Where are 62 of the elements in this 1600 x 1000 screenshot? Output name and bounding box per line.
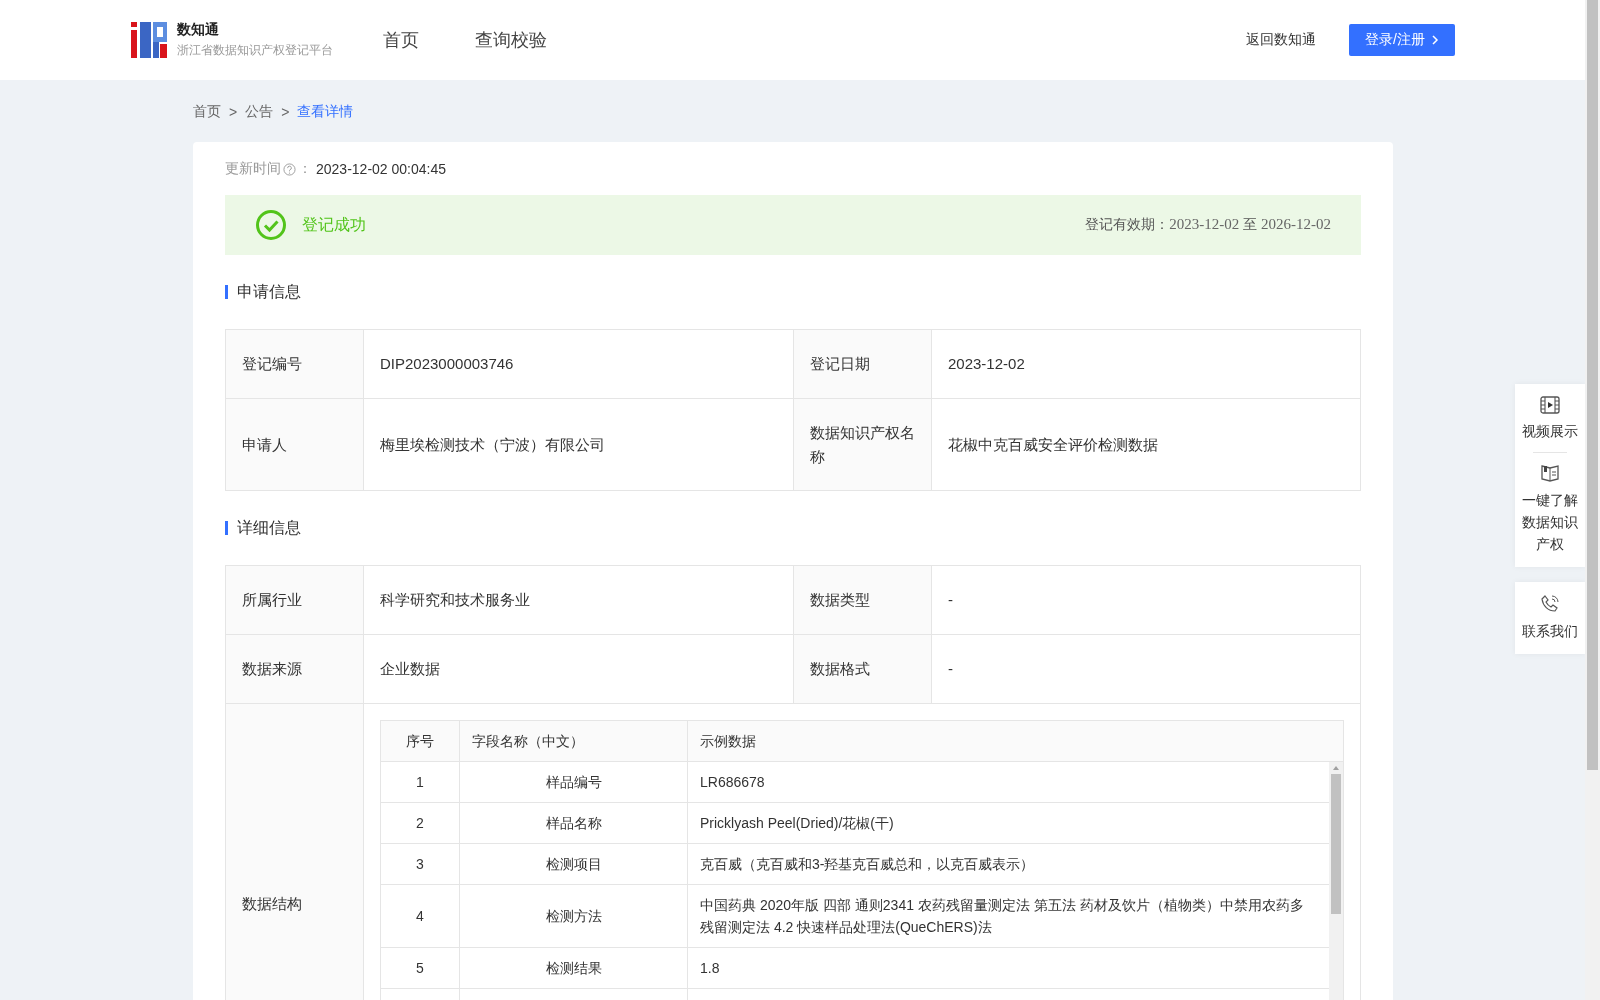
table-cell: 检测项目 [460,844,688,884]
label-cell: 登记编号 [226,330,364,399]
logo-subtitle: 浙江省数据知识产权登记平台 [177,42,333,59]
scroll-up-arrow-icon[interactable] [1332,765,1340,771]
table-cell: 2 [381,803,460,843]
label-cell: 数据格式 [794,635,932,704]
breadcrumb-link[interactable]: 首页 [193,103,221,121]
label-cell: 数据来源 [226,635,364,704]
breadcrumb-link[interactable]: 查看详情 [297,103,354,121]
nav-link[interactable]: 查询校验 [475,28,547,52]
breadcrumb-separator: > [281,104,290,120]
phone-icon [1540,594,1560,614]
table-cell-text: 中国药典 2020年版 四部 通则2341 农药残留量测定法 第五法 药材及饮片（植物类）中禁用农药多残留测定法 4.2 快速样品处理法(QueChERS)法 [699,896,1305,937]
column-header: 序号 [381,721,460,761]
return-link[interactable]: 返回数知通 [1246,31,1317,49]
book-icon [1540,463,1560,483]
table-cell: 2023-12-02 [932,330,1361,399]
table-cell-text: 克百威（克百威和3-羟基克百威总和，以克百威表示） [699,855,1036,874]
table-cell: 检测方法 [460,885,688,947]
login-button[interactable]: 登录/注册 [1349,24,1455,56]
table-cell: 花椒中克百威安全评价检测数据 [932,399,1361,491]
update-label: 更新时间 [225,160,281,178]
table-cell-text: 1.8 [699,959,721,978]
section-title: 详细信息 [225,521,1361,535]
validity-text: 登记有效期：2023-12-02 至 2026-12-02 [1085,216,1331,234]
section-title: 申请信息 [225,285,1361,299]
column-header: 示例数据 [699,732,757,751]
table-cell: 4 [381,885,460,947]
label-cell: 登记日期 [794,330,932,399]
table-cell-text: Pricklyash Peel(Dried)/花椒(干) [699,814,895,833]
table-cell: - [932,635,1361,704]
label-cell: 数据知识产权名称 [794,399,932,491]
film-icon [1540,396,1560,414]
side-link[interactable]: 视频展示 [1521,394,1579,444]
logo-title: 数知通 [177,21,220,39]
table-cell: 检测结果 [460,948,688,988]
table-cell-text: LR686678 [699,773,766,792]
page-scrollbar[interactable] [1585,0,1600,1000]
table-cell: 5 [381,948,460,988]
status-text: 登记成功 [302,214,366,235]
nav-link[interactable]: 首页 [383,28,419,52]
scrollbar[interactable] [1329,762,1343,1000]
table-cell: - [932,566,1361,635]
chevron-icon [1431,35,1439,45]
logo-icon [131,22,167,58]
breadcrumb-link[interactable]: 公告 [245,103,274,121]
side-link[interactable]: 一键了解数据知识产权 [1521,461,1579,557]
help-icon[interactable] [283,162,296,176]
label-cell: 所属行业 [226,566,364,635]
column-header: 字段名称（中文） [460,721,688,761]
breadcrumb-separator: > [229,104,238,120]
table-cell: 样品名称 [460,803,688,843]
update-time: 2023-12-02 00:04:45 [316,161,446,177]
label-cell: 数据类型 [794,566,932,635]
table-cell: 1 [381,762,460,802]
table-cell: 样品编号 [460,762,688,802]
table-cell: 3 [381,844,460,884]
side-link[interactable]: 联系我们 [1521,592,1579,644]
label-cell: 数据结构 [226,704,364,1000]
check-circle-icon [255,209,287,241]
label-cell: 申请人 [226,399,364,491]
colon: ： [298,160,312,178]
